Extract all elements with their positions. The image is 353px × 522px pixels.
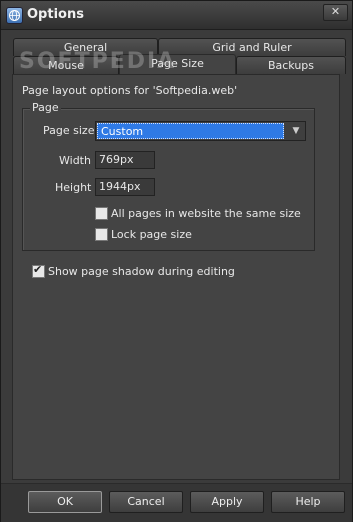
page-shadow-label: Show page shadow during editing (48, 265, 235, 278)
tab-backups[interactable]: Backups (236, 56, 346, 74)
cancel-button[interactable]: Cancel (109, 491, 183, 513)
tab-label: Page Size (151, 57, 204, 70)
page-size-value: Custom (97, 123, 284, 139)
height-field[interactable]: 1944px (95, 178, 155, 196)
page-layout-intro: Page layout options for 'Softpedia.web' (22, 84, 238, 97)
all-pages-checkbox[interactable] (95, 207, 108, 220)
apply-button[interactable]: Apply (190, 491, 264, 513)
chevron-down-icon[interactable]: ▼ (288, 123, 304, 139)
tab-label: General (63, 41, 108, 54)
group-title: Page (30, 101, 61, 114)
title-bar[interactable]: Options ✕ (1, 1, 352, 30)
help-button[interactable]: Help (271, 491, 345, 513)
ok-button[interactable]: OK (28, 491, 102, 513)
lock-page-size-label: Lock page size (111, 228, 192, 241)
width-field[interactable]: 769px (95, 151, 155, 169)
tab-label: Mouse (48, 59, 84, 72)
options-dialog: Options ✕ General Grid and Ruler Mouse P… (0, 0, 353, 522)
close-icon: ✕ (330, 5, 341, 18)
tab-mouse[interactable]: Mouse (13, 56, 119, 74)
lock-page-size-checkbox[interactable] (95, 228, 108, 241)
close-button[interactable]: ✕ (323, 4, 348, 21)
window-title: Options (27, 7, 84, 22)
tab-page-size[interactable]: Page Size (119, 54, 236, 75)
height-label: Height (55, 181, 92, 194)
globe-icon (6, 7, 23, 24)
page-size-select[interactable]: Custom ▼ (95, 121, 306, 141)
all-pages-label: All pages in website the same size (111, 207, 301, 220)
width-label: Width (59, 154, 91, 167)
page-shadow-checkbox[interactable] (32, 263, 45, 278)
page-size-label: Page size (43, 124, 95, 137)
tab-label: Grid and Ruler (212, 41, 292, 54)
tab-label: Backups (267, 59, 315, 72)
